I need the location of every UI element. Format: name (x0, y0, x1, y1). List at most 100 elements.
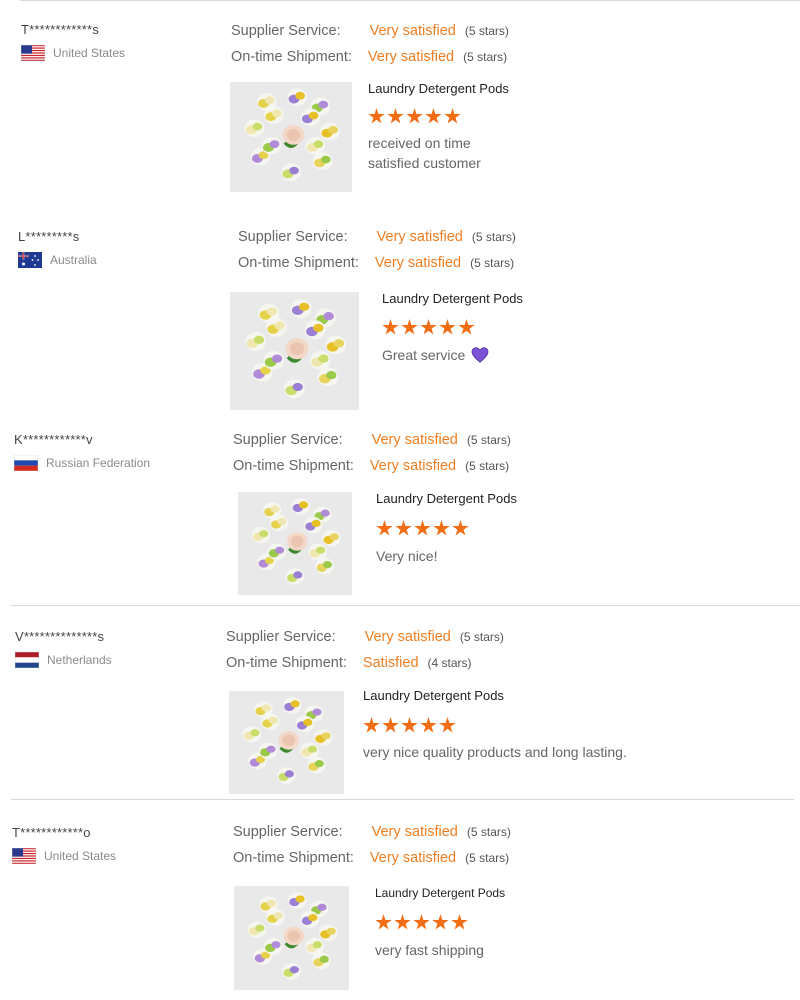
review-comment: Very nice! (376, 546, 517, 566)
ontime-shipment-label: On-time Shipment: (231, 49, 352, 65)
supplier-service-label: Supplier Service: (231, 23, 341, 39)
supplier-service-row: Supplier Service: Very satisfied (5 star… (231, 18, 509, 44)
ontime-shipment-stars: (5 stars) (470, 256, 515, 270)
review-divider (11, 799, 794, 800)
product-thumbnail[interactable] (238, 492, 352, 595)
star-icon (439, 717, 456, 733)
us-flag-icon (12, 848, 36, 864)
reviewer-info: T************s United States (21, 22, 125, 61)
supplier-service-row: Supplier Service: Very satisfied (5 star… (233, 819, 511, 845)
ratings: Supplier Service: Very satisfied (5 star… (233, 819, 511, 871)
review-content: Laundry Detergent Pods received on time … (368, 81, 509, 173)
reviewer-name: V**************s (15, 629, 105, 644)
star-rating (376, 520, 517, 537)
star-rating (375, 914, 505, 931)
supplier-service-value: Very satisfied (371, 432, 458, 448)
star-icon (444, 108, 461, 124)
reviewer-name: K************v (14, 432, 93, 447)
supplier-service-value: Very satisfied (364, 629, 451, 645)
supplier-service-stars: (5 stars) (471, 230, 516, 244)
supplier-service-stars: (5 stars) (464, 24, 509, 38)
ontime-shipment-stars: (5 stars) (465, 851, 510, 865)
star-icon (363, 717, 380, 733)
star-icon (433, 520, 450, 536)
star-rating (368, 108, 509, 125)
reviewer-info: L*********s Australia (18, 229, 97, 268)
ontime-shipment-value: Satisfied (362, 655, 419, 671)
reviewer-country: Russian Federation (14, 455, 150, 471)
country-name: Russian Federation (46, 456, 151, 470)
supplier-service-value: Very satisfied (371, 824, 458, 840)
product-thumbnail[interactable] (230, 82, 352, 192)
supplier-service-label: Supplier Service: (226, 629, 336, 645)
supplier-service-label: Supplier Service: (238, 229, 348, 245)
reviewer-country: Australia (18, 252, 97, 268)
supplier-service-value: Very satisfied (369, 23, 456, 39)
ontime-shipment-row: On-time Shipment: Very satisfied (5 star… (233, 453, 511, 479)
comment-line: very nice quality products and long last… (363, 744, 627, 760)
star-icon (394, 914, 411, 930)
supplier-service-stars: (5 stars) (466, 825, 511, 839)
star-icon (420, 319, 437, 335)
country-name: United States (53, 46, 126, 60)
purple-heart-icon (471, 347, 489, 363)
ontime-shipment-label: On-time Shipment: (238, 255, 359, 271)
star-icon (432, 914, 449, 930)
review-comment: received on time satisfied customer (368, 133, 509, 173)
star-icon (395, 520, 412, 536)
ontime-shipment-value: Very satisfied (374, 255, 462, 271)
star-icon (425, 108, 442, 124)
ontime-shipment-label: On-time Shipment: (233, 458, 354, 474)
reviewer-info: T************o United States (12, 825, 116, 864)
product-name: Laundry Detergent Pods (376, 491, 517, 506)
product-thumbnail[interactable] (230, 292, 359, 410)
star-icon (401, 717, 418, 733)
ontime-shipment-value: Very satisfied (369, 850, 457, 866)
product-name: Laundry Detergent Pods (363, 688, 504, 703)
comment-line: Very nice! (376, 548, 438, 564)
supplier-service-label: Supplier Service: (233, 432, 343, 448)
ratings: Supplier Service: Very satisfied (5 star… (238, 224, 516, 276)
ontime-shipment-row: On-time Shipment: Satisfied (4 stars) (226, 650, 504, 676)
star-icon (375, 914, 392, 930)
star-icon (413, 914, 430, 930)
star-icon (451, 914, 468, 930)
comment-line: Great service (382, 345, 523, 365)
star-icon (401, 319, 418, 335)
ontime-shipment-row: On-time Shipment: Very satisfied (5 star… (231, 44, 509, 70)
comment-line: received on time (368, 135, 471, 151)
reviewer-name: L*********s (18, 229, 80, 244)
ontime-shipment-stars: (5 stars) (463, 50, 508, 64)
ontime-shipment-value: Very satisfied (369, 458, 457, 474)
star-icon (387, 108, 404, 124)
ontime-shipment-value: Very satisfied (367, 49, 455, 65)
product-thumbnail[interactable] (234, 886, 349, 990)
supplier-service-stars: (5 stars) (466, 433, 511, 447)
comment-line: satisfied customer (368, 155, 481, 171)
star-icon (458, 319, 475, 335)
product-thumbnail[interactable] (229, 691, 344, 794)
reviewer-name: T************s (21, 22, 99, 37)
review-content: Laundry Detergent Pods Very nice! (376, 491, 517, 566)
reviewer-country: United States (21, 45, 125, 61)
top-divider (20, 0, 800, 1)
star-icon (420, 717, 437, 733)
star-icon (439, 319, 456, 335)
ontime-shipment-stars: (5 stars) (465, 459, 510, 473)
us-flag-icon (21, 45, 45, 61)
review-comment: Great service (382, 345, 523, 365)
star-icon (382, 717, 399, 733)
ratings: Supplier Service: Very satisfied (5 star… (233, 427, 511, 479)
product-name: Laundry Detergent Pods (382, 291, 523, 306)
supplier-service-row: Supplier Service: Very satisfied (5 star… (226, 624, 504, 650)
reviewer-country: United States (12, 848, 116, 864)
review-comment: very nice quality products and long last… (363, 742, 627, 762)
ratings: Supplier Service: Very satisfied (5 star… (231, 18, 509, 70)
product-name: Laundry Detergent Pods (375, 886, 506, 900)
supplier-service-stars: (5 stars) (459, 630, 504, 644)
supplier-service-row: Supplier Service: Very satisfied (5 star… (238, 224, 516, 250)
reviewer-name: T************o (12, 825, 91, 840)
ontime-shipment-label: On-time Shipment: (226, 655, 347, 671)
supplier-service-row: Supplier Service: Very satisfied (5 star… (233, 427, 511, 453)
comment-text: Great service (382, 347, 466, 363)
